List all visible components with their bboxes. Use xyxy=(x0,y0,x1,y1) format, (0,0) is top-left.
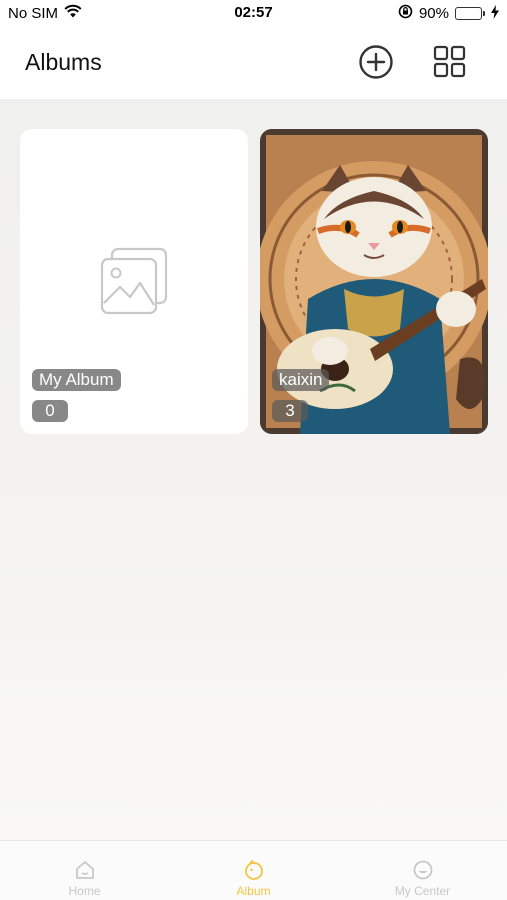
app-header: Albums xyxy=(0,27,507,99)
home-icon xyxy=(75,861,94,879)
orientation-lock-icon xyxy=(398,4,413,23)
battery-icon xyxy=(455,7,485,20)
battery-percent: 90% xyxy=(418,5,449,22)
album-photo-count: 0 xyxy=(32,400,68,422)
tab-home-label: Home xyxy=(68,884,101,898)
album-name: My Album xyxy=(32,369,121,391)
grid-icon xyxy=(433,45,466,78)
tab-album-label: Album xyxy=(236,884,271,898)
page-title: Albums xyxy=(25,49,102,75)
tab-album[interactable]: Album xyxy=(169,841,338,900)
plus-circle-icon xyxy=(359,45,393,79)
placeholder-image-icon xyxy=(100,247,168,315)
status-right: 90% xyxy=(398,4,499,23)
album-name: kaixin xyxy=(272,369,330,391)
album-photo-count: 3 xyxy=(272,400,308,422)
albums-screen: No SIM 02:57 90% Albums My Album 0 kaixi… xyxy=(0,0,507,900)
bottom-tab-bar: Home Album My Center xyxy=(0,840,507,900)
status-bar: No SIM 02:57 90% xyxy=(0,0,507,27)
smile-icon xyxy=(413,860,432,880)
layout-toggle-button[interactable] xyxy=(431,43,469,81)
add-album-button[interactable] xyxy=(357,43,395,81)
album-card-my-album[interactable]: My Album 0 xyxy=(20,129,248,434)
album-icon xyxy=(244,860,263,880)
album-card-kaixin[interactable]: kaixin 3 xyxy=(260,129,488,434)
tab-home[interactable]: Home xyxy=(0,841,169,900)
charging-icon xyxy=(491,4,499,23)
tab-my-center-label: My Center xyxy=(394,884,451,898)
tab-my-center[interactable]: My Center xyxy=(338,841,507,900)
